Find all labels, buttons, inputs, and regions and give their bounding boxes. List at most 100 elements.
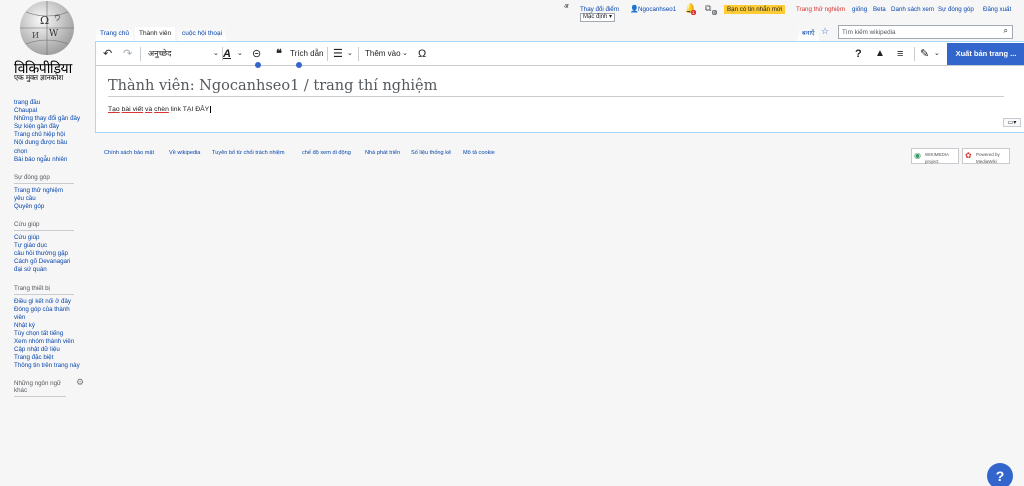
sidebar-item[interactable]: Chaupal <box>14 107 92 115</box>
sidebar: trang đầu Chaupal Những thay đổi gần đây… <box>0 96 95 400</box>
chevron-down-icon[interactable]: ⌄ <box>402 43 408 65</box>
quote-icon[interactable]: ❝ <box>276 43 282 65</box>
publish-button[interactable]: Xuất bản trang ... <box>947 43 1024 65</box>
mediawiki-logo-icon: ✿ <box>965 151 972 160</box>
site-logo[interactable]: Ω W И ウ विकिपीडिया एक मुक्त ज्ञानकोश <box>0 0 95 90</box>
body-link[interactable]: và <box>145 106 152 113</box>
paragraph-format-dropdown[interactable]: अनुच्छेद <box>148 43 218 65</box>
menu-icon[interactable]: ≡ <box>897 43 903 65</box>
link-indicator-dot <box>255 62 261 68</box>
sidebar-item[interactable]: Nhật ký <box>14 322 92 330</box>
sidebar-navigation: trang đầu Chaupal Những thay đổi gần đây… <box>14 99 92 164</box>
text-style-icon[interactable]: A <box>223 43 231 65</box>
chevron-down-icon[interactable]: ⌄ <box>213 43 219 65</box>
gear-icon[interactable]: ⚙ <box>76 378 84 388</box>
title-divider <box>108 96 1004 97</box>
tab-user[interactable]: Thành viên <box>135 27 176 41</box>
tab-language[interactable]: बनाएँ <box>798 27 819 41</box>
search-input[interactable] <box>842 27 992 37</box>
warning-icon[interactable]: ▲ <box>875 43 885 65</box>
chevron-down-icon[interactable]: ⌄ <box>237 43 243 65</box>
contributions-link[interactable]: Sự đóng góp <box>938 6 974 13</box>
editor-body[interactable]: Tạo bài viết và chèn link TẠI ĐÂY <box>108 106 212 113</box>
sidebar-item[interactable]: Cách gõ Devanagari <box>14 258 92 266</box>
inbox-icon[interactable]: ⧉ <box>705 3 711 14</box>
insert-dropdown[interactable]: Thêm vào <box>365 43 401 65</box>
sidebar-item[interactable]: đại sứ quán <box>14 266 92 274</box>
special-character-icon[interactable]: Ω <box>418 43 426 65</box>
tab-main-page[interactable]: Trang chủ <box>96 27 134 41</box>
changes-link[interactable]: Thay đổi điểm <box>580 6 619 13</box>
variant-select-value: Mặc định <box>583 14 608 20</box>
footer-link[interactable]: Về wikipedia <box>169 150 200 156</box>
variant-select[interactable]: Mặc định ▾ <box>580 13 616 22</box>
wikimedia-badge[interactable]: ◉ WIKIMEDIA project <box>911 148 959 164</box>
sidebar-item[interactable]: Những thay đổi gần đây <box>14 115 92 123</box>
sidebar-item[interactable]: Tùy chọn tất tiếng <box>14 330 92 338</box>
notification-count: 1 <box>691 10 696 15</box>
sidebar-item[interactable]: Trang đặc biệt <box>14 354 92 362</box>
sidebar-help: Cứu giúp Cứu giúp Tự giáo dục câu hỏi th… <box>14 221 92 274</box>
hindi-input-toggle[interactable]: अ <box>564 2 569 10</box>
footer-link[interactable]: Số liệu thống kê <box>411 150 451 156</box>
logout-link[interactable]: Đăng xuất <box>983 6 1011 13</box>
sidebar-item[interactable]: Sự kiện gần đây <box>14 123 92 131</box>
search-icon[interactable]: ⌕ <box>1004 26 1008 36</box>
sidebar-item[interactable]: Trang thử nghiệm <box>14 187 92 195</box>
sidebar-item[interactable]: Bài báo ngẫu nhiên <box>14 156 92 164</box>
sidebar-item[interactable]: Trang chủ hiệp hội <box>14 131 92 139</box>
beta-link[interactable]: Beta <box>873 6 886 13</box>
sidebar-heading: Những ngôn ngữ khác <box>14 380 66 398</box>
sidebar-item[interactable]: trang đầu <box>14 99 92 107</box>
personal-tools: अ Thay đổi điểm Mặc định ▾ 👤 Ngocanhseo1… <box>560 1 1020 25</box>
sandbox-link[interactable]: Trang thử nghiệm <box>796 6 845 13</box>
search-box: ⌕ <box>838 25 1013 39</box>
editor-content: ↶ ↷ अनुच्छेद ⌄ A ⌄ ⊝ ❝ Trích dẫn ☰ ⌄ Thê… <box>95 41 1024 133</box>
star-icon[interactable]: ☆ <box>821 27 829 37</box>
message-count: 0 <box>712 10 717 15</box>
new-messages-button[interactable]: Bạn có tin nhắn mới <box>724 5 786 14</box>
body-link[interactable]: bài viết <box>122 106 144 113</box>
sidebar-item[interactable]: Quyên góp <box>14 203 92 211</box>
sidebar-item[interactable]: câu hỏi thường gặp <box>14 250 92 258</box>
svg-text:И: И <box>32 31 39 40</box>
undo-icon[interactable]: ↶ <box>103 43 112 65</box>
sidebar-item[interactable]: Xem nhóm thành viên <box>14 338 92 346</box>
sidebar-item[interactable]: Nội dung được bầu chọn <box>14 139 74 155</box>
chevron-down-icon[interactable]: ⌄ <box>347 43 353 65</box>
sidebar-item[interactable]: Cập nhật dữ liệu <box>14 346 92 354</box>
footer-link[interactable]: Mô tả cookie <box>463 150 495 156</box>
sidebar-item[interactable]: Cứu giúp <box>14 234 92 242</box>
preferences-link[interactable]: giống <box>852 6 867 13</box>
footer-link[interactable]: Nhà phát triển <box>365 150 400 156</box>
edit-mode-icon[interactable]: ✎ <box>920 43 929 65</box>
footer-link[interactable]: Chính sách bảo mật <box>104 150 154 156</box>
cite-button[interactable]: Trích dẫn <box>290 43 324 65</box>
sidebar-item[interactable]: Thông tin trên trang này <box>14 362 92 370</box>
mediawiki-badge[interactable]: ✿ Powered by MediaWiki <box>962 148 1010 164</box>
help-icon[interactable]: ? <box>855 43 862 65</box>
redo-icon[interactable]: ↷ <box>123 43 132 65</box>
sidebar-heading: Sự đóng góp <box>14 174 74 184</box>
tab-talk[interactable]: cuộc hội thoại <box>178 27 227 41</box>
watchlist-link[interactable]: Danh sách xem <box>891 6 934 13</box>
wikimedia-logo-icon: ◉ <box>914 151 921 160</box>
body-link[interactable]: Tạo <box>108 106 120 113</box>
sidebar-item[interactable]: yêu cầu <box>14 195 92 203</box>
wikimedia-badge-text: WIKIMEDIA project <box>925 152 949 164</box>
chevron-down-icon[interactable]: ⌄ <box>934 43 940 65</box>
sidebar-item[interactable]: Tự giáo dục <box>14 242 92 250</box>
sidebar-item[interactable]: Điều gì kết nối ở đây <box>14 298 92 306</box>
body-link[interactable]: chèn <box>154 106 169 113</box>
footer-link[interactable]: chế độ xem di động <box>302 150 351 156</box>
sidebar-heading: Cứu giúp <box>14 221 74 232</box>
text-cursor <box>210 106 212 113</box>
help-button[interactable]: ? <box>987 463 1013 486</box>
username-link[interactable]: Ngocanhseo1 <box>638 6 676 13</box>
editor-toolbar: ↶ ↷ अनुच्छेद ⌄ A ⌄ ⊝ ❝ Trích dẫn ☰ ⌄ Thê… <box>96 43 1024 66</box>
keyboard-icon[interactable]: ▭▾ <box>1003 118 1021 127</box>
footer-link[interactable]: Tuyên bố từ chối trách nhiệm <box>212 150 285 156</box>
list-icon[interactable]: ☰ <box>333 43 343 65</box>
svg-text:ウ: ウ <box>54 14 61 22</box>
sidebar-item[interactable]: Đóng góp của thành viên <box>14 306 76 322</box>
